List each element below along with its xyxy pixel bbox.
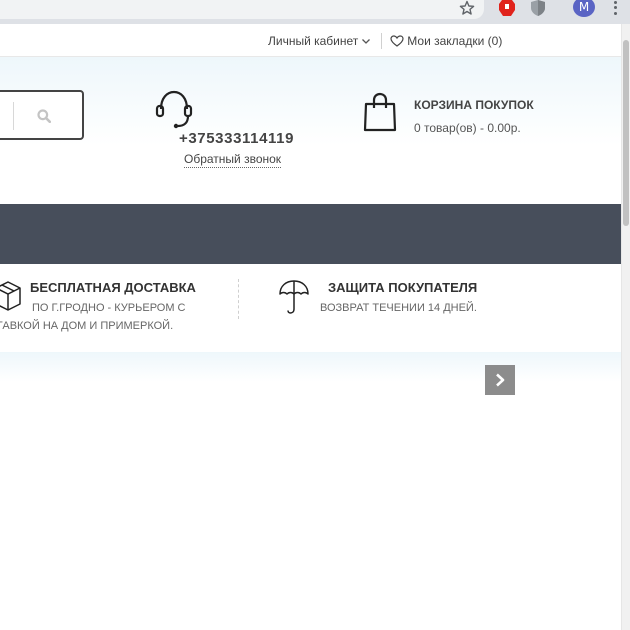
account-link-label: Личный кабинет — [268, 34, 359, 48]
phone-number[interactable]: +375333114119 — [179, 130, 294, 147]
shield-extension-icon[interactable] — [530, 0, 546, 16]
umbrella-icon — [279, 280, 309, 314]
red-extension-icon[interactable] — [498, 0, 516, 16]
search-icon — [37, 109, 51, 123]
section-gradient — [0, 352, 621, 382]
chevron-right-icon — [496, 373, 505, 387]
kebab-menu-icon[interactable] — [611, 0, 619, 16]
chevron-down-icon — [362, 39, 371, 44]
bookmarks-link-label: Мои закладки (0) — [407, 34, 503, 48]
cart-title[interactable]: КОРЗИНА ПОКУПОК — [414, 98, 534, 112]
cart-summary[interactable]: 0 товар(ов) - 0.00р. — [414, 121, 521, 135]
account-link[interactable]: Личный кабинет — [268, 34, 371, 48]
scrollbar-thumb[interactable] — [623, 40, 629, 226]
shopping-bag-icon[interactable] — [362, 92, 398, 132]
page-scrollbar[interactable] — [621, 24, 630, 630]
browser-toolbar: M — [0, 0, 630, 24]
carousel-next-button[interactable] — [485, 365, 515, 395]
headset-icon — [155, 90, 193, 129]
search-divider — [13, 102, 14, 130]
feature-text-protection: ВОЗВРАТ ТЕЧЕНИИ 14 ДНЕЙ. — [320, 302, 477, 314]
top-links: Личный кабинет Мои закладки (0) — [268, 32, 502, 50]
search-button[interactable] — [32, 104, 56, 128]
site-header — [0, 57, 621, 204]
box-icon — [0, 281, 21, 311]
address-bar[interactable] — [0, 0, 484, 19]
divider — [381, 33, 383, 49]
feature-text-delivery-line1: ПО Г.ГРОДНО - КУРЬЕРОМ С — [32, 302, 186, 314]
feature-divider — [238, 279, 239, 319]
main-navbar — [0, 204, 621, 264]
star-icon[interactable] — [458, 0, 476, 16]
feature-title-delivery: БЕСПЛАТНАЯ ДОСТАВКА — [30, 280, 196, 295]
feature-title-protection: ЗАЩИТА ПОКУПАТЕЛЯ — [328, 280, 478, 295]
profile-avatar[interactable]: M — [573, 0, 595, 17]
bookmarks-link[interactable]: Мои закладки (0) — [390, 34, 502, 48]
callback-link[interactable]: Обратный звонок — [184, 152, 282, 168]
heart-icon — [390, 35, 404, 47]
feature-text-delivery-line2: ТАВКОЙ НА ДОМ И ПРИМЕРКОЙ. — [0, 320, 174, 332]
search-input[interactable] — [0, 90, 84, 140]
